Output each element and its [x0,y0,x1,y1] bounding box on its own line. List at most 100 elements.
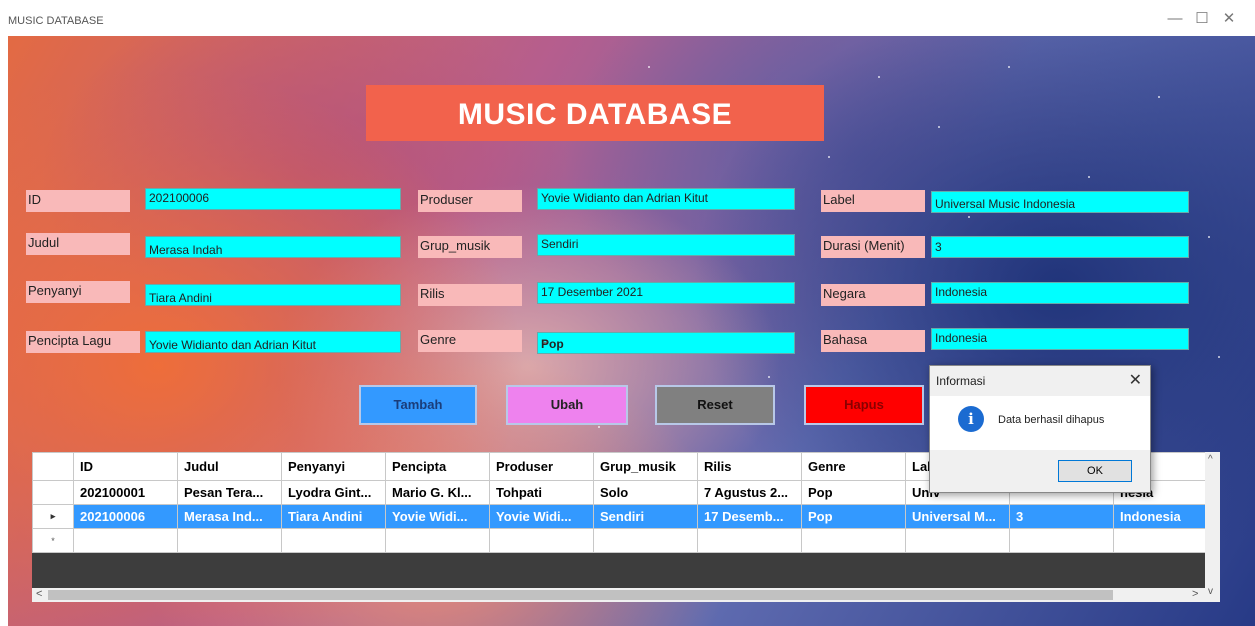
vertical-scrollbar[interactable]: ^ v [1205,452,1220,602]
ok-button[interactable]: OK [1058,460,1132,482]
table-cell[interactable] [1113,528,1208,553]
judul-field[interactable]: Merasa Indah [145,236,401,258]
row-header-corner [32,452,74,481]
table-cell[interactable]: Yovie Widi... [385,504,490,529]
label-penyanyi: Penyanyi [26,281,130,303]
grup-field[interactable]: Sendiri [537,234,795,256]
column-header-produser[interactable]: Produser [489,452,594,481]
column-header-id[interactable]: ID [73,452,178,481]
table-cell[interactable]: Indonesia [1113,504,1208,529]
negara-field[interactable]: Indonesia [931,282,1189,304]
label-bahasa: Bahasa [821,330,925,352]
label-produser: Produser [418,190,522,212]
row-marker[interactable] [32,480,74,505]
scroll-up-icon[interactable]: ^ [1208,454,1213,465]
table-cell[interactable]: Merasa Ind... [177,504,282,529]
horizontal-scrollbar[interactable]: < > [32,588,1205,602]
scroll-right-icon[interactable]: > [1192,588,1198,600]
durasi-value: 3 [935,240,942,254]
column-header-rilis[interactable]: Rilis [697,452,802,481]
column-header-genre[interactable]: Genre [801,452,906,481]
penyanyi-value: Tiara Andini [149,291,212,305]
label-label: Label [821,190,925,212]
page-title: MUSIC DATABASE [366,85,824,141]
rilis-value: 17 Desember 2021 [541,285,644,299]
table-cell[interactable]: Sendiri [593,504,698,529]
table-cell[interactable]: Pesan Tera... [177,480,282,505]
table-cell[interactable]: Lyodra Gint... [281,480,386,505]
penyanyi-field[interactable]: Tiara Andini [145,284,401,306]
produser-field[interactable]: Yovie Widianto dan Adrian Kitut [537,188,795,210]
genre-select[interactable]: Pop ⌄ [537,332,795,354]
table-cell[interactable]: Solo [593,480,698,505]
table-cell[interactable] [593,528,698,553]
row-marker[interactable]: * [32,528,74,553]
table-cell[interactable] [1009,528,1114,553]
scroll-down-icon[interactable]: v [1208,586,1213,597]
close-button[interactable]: ✕ [1214,8,1244,30]
rilis-field[interactable]: 17 Desember 2021 [537,282,795,304]
table-cell[interactable]: Tohpati [489,480,594,505]
table-cell[interactable]: Universal M... [905,504,1010,529]
hapus-button[interactable]: Hapus [804,385,924,425]
table-cell[interactable]: 202100006 [73,504,178,529]
label-grup: Grup_musik [418,236,522,258]
table-cell[interactable] [73,528,178,553]
pencipta-field[interactable]: Yovie Widianto dan Adrian Kitut [145,331,401,353]
column-header-judul[interactable]: Judul [177,452,282,481]
table-cell[interactable]: Yovie Widi... [489,504,594,529]
title-bar: MUSIC DATABASE — ☐ ✕ [0,0,1255,36]
dialog-title: Informasi [936,374,986,388]
table-cell[interactable]: 7 Agustus 2... [697,480,802,505]
judul-value: Merasa Indah [149,243,223,257]
table-cell[interactable] [489,528,594,553]
bahasa-value: Indonesia [935,331,988,345]
label-negara: Negara [821,284,925,306]
label-judul: Judul [26,233,130,255]
table-cell[interactable] [697,528,802,553]
ubah-button[interactable]: Ubah [506,385,628,425]
table-row-selected[interactable]: ▸ 202100006 Merasa Ind... Tiara Andini Y… [32,504,1208,529]
table-cell[interactable] [385,528,490,553]
label-field[interactable]: Universal Music Indonesia [931,191,1189,213]
table-cell[interactable]: Mario G. Kl... [385,480,490,505]
scroll-thumb[interactable] [48,590,1113,600]
maximize-button[interactable]: ☐ [1187,8,1217,30]
table-cell[interactable]: 202100001 [73,480,178,505]
id-field[interactable]: 202100006 [145,188,401,210]
scroll-left-icon[interactable]: < [36,588,42,600]
row-marker[interactable]: ▸ [32,504,74,529]
label-pencipta: Pencipta Lagu [26,331,140,353]
table-cell[interactable]: Tiara Andini [281,504,386,529]
pencipta-value: Yovie Widianto dan Adrian Kitut [149,338,316,352]
table-cell[interactable]: 17 Desemb... [697,504,802,529]
reset-button[interactable]: Reset [655,385,775,425]
column-header-penyanyi[interactable]: Penyanyi [281,452,386,481]
window-title: MUSIC DATABASE [8,15,104,27]
negara-value: Indonesia [935,285,988,299]
dialog-body: i Data berhasil dihapus [930,396,1150,450]
column-header-grup[interactable]: Grup_musik [593,452,698,481]
table-cell[interactable] [905,528,1010,553]
dialog-close-icon[interactable]: ✕ [1129,370,1142,390]
table-cell[interactable] [801,528,906,553]
table-cell[interactable] [177,528,282,553]
table-cell[interactable]: Pop [801,504,906,529]
column-header-pencipta[interactable]: Pencipta [385,452,490,481]
produser-value: Yovie Widianto dan Adrian Kitut [541,191,708,205]
info-icon: i [958,406,984,432]
chevron-down-icon[interactable]: ⌄ [541,336,790,347]
label-rilis: Rilis [418,284,522,306]
table-cell[interactable] [281,528,386,553]
bahasa-field[interactable]: Indonesia [931,328,1189,350]
grup-value: Sendiri [541,237,579,251]
new-row[interactable]: * [32,528,1208,553]
durasi-field[interactable]: 3 [931,236,1189,258]
table-cell[interactable]: Pop [801,480,906,505]
id-value: 202100006 [149,191,210,205]
minimize-button[interactable]: — [1160,8,1190,30]
label-durasi: Durasi (Menit) [821,236,925,258]
label-id: ID [26,190,130,212]
table-cell[interactable]: 3 [1009,504,1114,529]
tambah-button[interactable]: Tambah [359,385,477,425]
